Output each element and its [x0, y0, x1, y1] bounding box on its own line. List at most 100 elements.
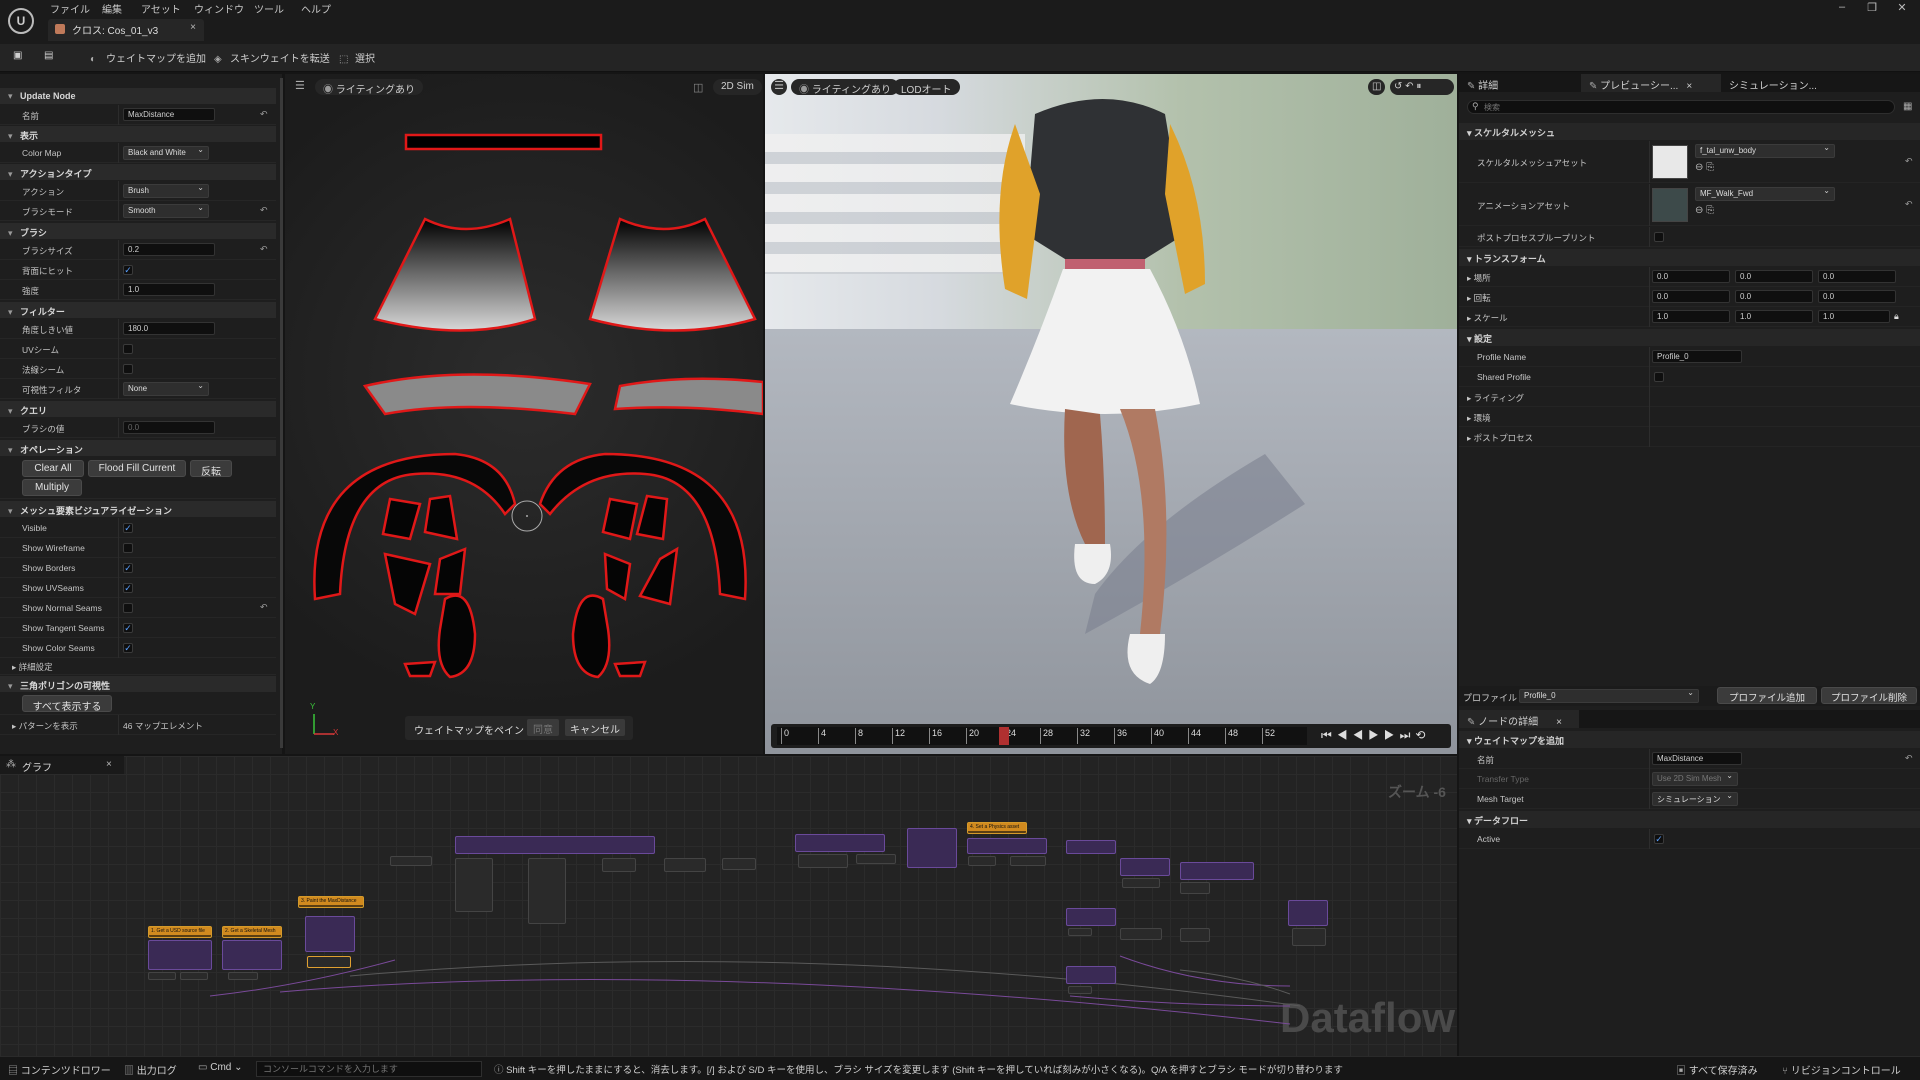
reset-icon[interactable]: ↶ — [260, 109, 268, 120]
graph-comment[interactable] — [305, 916, 355, 952]
content-drawer-button[interactable]: ▤ コンテンツドロワー — [8, 1062, 111, 1077]
graph-node[interactable] — [1010, 856, 1046, 866]
graph-comment[interactable] — [1066, 840, 1116, 854]
left-panel-scrollbar[interactable] — [280, 78, 283, 748]
save-all-button[interactable]: ▣ すべて保存済み — [1676, 1062, 1758, 1077]
rotation-y-field[interactable]: 0.0 — [1735, 290, 1813, 303]
graph-node[interactable] — [968, 856, 996, 866]
show-normal-seams-checkbox[interactable] — [123, 603, 133, 613]
shared-profile-checkbox[interactable] — [1654, 372, 1664, 382]
select-button[interactable]: ⬚ 選択 — [339, 50, 375, 66]
name-field[interactable]: MaxDistance — [123, 108, 215, 121]
graph-node[interactable] — [1122, 878, 1160, 888]
graph-comment[interactable] — [1066, 966, 1116, 984]
use-selected-icon[interactable]: ⊖ ⎘ — [1695, 205, 1714, 216]
dataflow-graph[interactable]: ⁂ グラフ × ズーム -6 Dataflow 1. Get a USD sou… — [0, 756, 1457, 1056]
graph-node-set-physics-asset[interactable]: 4. Set a Physics asset — [967, 822, 1027, 834]
graph-node[interactable] — [1292, 928, 1326, 946]
flood-fill-current-button[interactable]: Flood Fill Current — [88, 460, 186, 477]
graph-comment[interactable] — [1288, 900, 1328, 926]
strength-field[interactable]: 1.0 — [123, 283, 215, 296]
postprocess-group-row[interactable]: ▸ ポストプロセス — [1459, 427, 1920, 447]
document-tab[interactable]: クロス: Cos_01_v3 × — [48, 19, 204, 41]
graph-node[interactable] — [1068, 986, 1092, 994]
normal-seam-checkbox[interactable] — [123, 364, 133, 374]
brush-size-field[interactable]: 0.2 — [123, 243, 215, 256]
menu-window[interactable]: ウィンドウ — [194, 1, 244, 16]
graph-node[interactable] — [148, 972, 176, 980]
action-combo[interactable]: Brush — [123, 183, 209, 198]
angle-field[interactable]: 180.0 — [123, 322, 215, 335]
brush-category[interactable]: ▾ ブラシ — [0, 223, 276, 239]
playback-controls[interactable]: ⏮◀◀▶▶⏭⟲ — [1321, 728, 1430, 743]
menu-asset[interactable]: アセット — [141, 1, 181, 16]
reset-icon[interactable]: ↶ — [260, 602, 268, 613]
viewport-lighting-button[interactable]: ◉ ライティングあり — [791, 79, 899, 96]
show-tangent-seams-checkbox[interactable]: ✓ — [123, 623, 133, 633]
tab-details[interactable]: ✎ 詳細 — [1459, 74, 1577, 92]
tab-preview-scene[interactable]: ✎ プレビューシー... × — [1581, 74, 1721, 92]
skeletal-mesh-category[interactable]: ▾ スケルタルメッシュ — [1459, 123, 1920, 140]
transfer-skin-weight-button[interactable]: ◈ スキンウェイトを転送 — [214, 50, 330, 66]
display-category[interactable]: ▾ 表示 — [0, 126, 276, 142]
brush-mode-combo[interactable]: Smooth — [123, 203, 209, 218]
cmd-dropdown[interactable]: ▭ Cmd ⌄ — [198, 1062, 243, 1073]
reset-icon[interactable]: ↶ — [1905, 199, 1913, 210]
active-checkbox[interactable]: ✓ — [1654, 834, 1664, 844]
postprocess-bp-checkbox[interactable] — [1654, 232, 1664, 242]
pause-sim-icon[interactable]: ⏸ — [1416, 81, 1421, 92]
graph-node-paint-maxdistance[interactable]: 3. Paint the MaxDistance — [298, 896, 364, 908]
graph-node[interactable] — [722, 858, 756, 870]
lock-icon[interactable]: 🔒︎ — [1894, 311, 1899, 322]
mesh-target-combo[interactable]: シミュレーション — [1652, 791, 1738, 806]
graph-node[interactable] — [798, 854, 848, 868]
profile-name-field[interactable]: Profile_0 — [1652, 350, 1742, 363]
accept-button[interactable]: 同意 — [527, 719, 559, 736]
location-z-field[interactable]: 0.0 — [1818, 270, 1896, 283]
graph-node[interactable] — [1068, 928, 1092, 936]
undo-icon[interactable]: ↺ — [1394, 81, 1405, 92]
graph-node[interactable] — [664, 858, 706, 872]
graph-node[interactable] — [1180, 928, 1210, 942]
playhead[interactable] — [999, 727, 1009, 745]
animation-thumbnail[interactable] — [1652, 188, 1688, 222]
reset-icon[interactable]: ↶ — [1905, 753, 1913, 764]
show-uvseams-checkbox[interactable]: ✓ — [123, 583, 133, 593]
menu-help[interactable]: ヘルプ — [301, 1, 331, 16]
reset-icon[interactable]: ↶ — [1905, 156, 1913, 167]
skeletal-mesh-thumbnail[interactable] — [1652, 145, 1688, 179]
show-borders-checkbox[interactable]: ✓ — [123, 563, 133, 573]
preview-3d-viewport[interactable]: ☰ ◉ ライティングあり LODオート ◫ ↺ ↶ ⏸ 0 4 8 12 16 20 24 2… — [765, 74, 1457, 754]
remove-profile-button[interactable]: プロファイル削除 — [1821, 687, 1917, 704]
update-node-category[interactable]: ▾ Update Node — [0, 88, 276, 104]
details-search[interactable]: ⚲ — [1467, 100, 1895, 114]
skeletal-mesh-combo[interactable]: f_tal_unw_body — [1695, 143, 1835, 158]
menu-tools[interactable]: ツール — [254, 1, 284, 16]
visible-checkbox[interactable]: ✓ — [123, 523, 133, 533]
visibility-filter-combo[interactable]: None — [123, 381, 209, 396]
graph-node[interactable] — [602, 858, 636, 872]
graph-comment[interactable] — [967, 838, 1047, 854]
color-map-combo[interactable]: Black and White — [123, 145, 209, 160]
add-profile-button[interactable]: プロファイル追加 — [1717, 687, 1817, 704]
console-input[interactable] — [256, 1061, 482, 1077]
graph-comment[interactable] — [148, 940, 212, 970]
location-x-field[interactable]: 0.0 — [1652, 270, 1730, 283]
transform-category[interactable]: ▾ トランスフォーム — [1459, 249, 1920, 266]
tab-node-details[interactable]: ✎ ノードの詳細 × — [1459, 710, 1579, 728]
uv-seam-checkbox[interactable] — [123, 344, 133, 354]
graph-comment[interactable] — [222, 940, 282, 970]
menu-edit[interactable]: 編集 — [102, 1, 122, 16]
settings-category[interactable]: ▾ 設定 — [1459, 329, 1920, 346]
unreal-logo-icon[interactable]: U — [8, 8, 34, 34]
show-wireframe-checkbox[interactable] — [123, 543, 133, 553]
location-y-field[interactable]: 0.0 — [1735, 270, 1813, 283]
menu-file[interactable]: ファイル — [50, 1, 90, 16]
graph-comment[interactable] — [907, 828, 957, 868]
minimize-icon[interactable]: – — [1832, 1, 1852, 15]
show-color-seams-checkbox[interactable]: ✓ — [123, 643, 133, 653]
output-log-button[interactable]: ▥ 出力ログ — [124, 1062, 177, 1077]
graph-node[interactable] — [228, 972, 258, 980]
hit-back-checkbox[interactable]: ✓ — [123, 265, 133, 275]
add-weightmap-button[interactable]: ◐ ウェイトマップを追加 — [90, 50, 206, 66]
